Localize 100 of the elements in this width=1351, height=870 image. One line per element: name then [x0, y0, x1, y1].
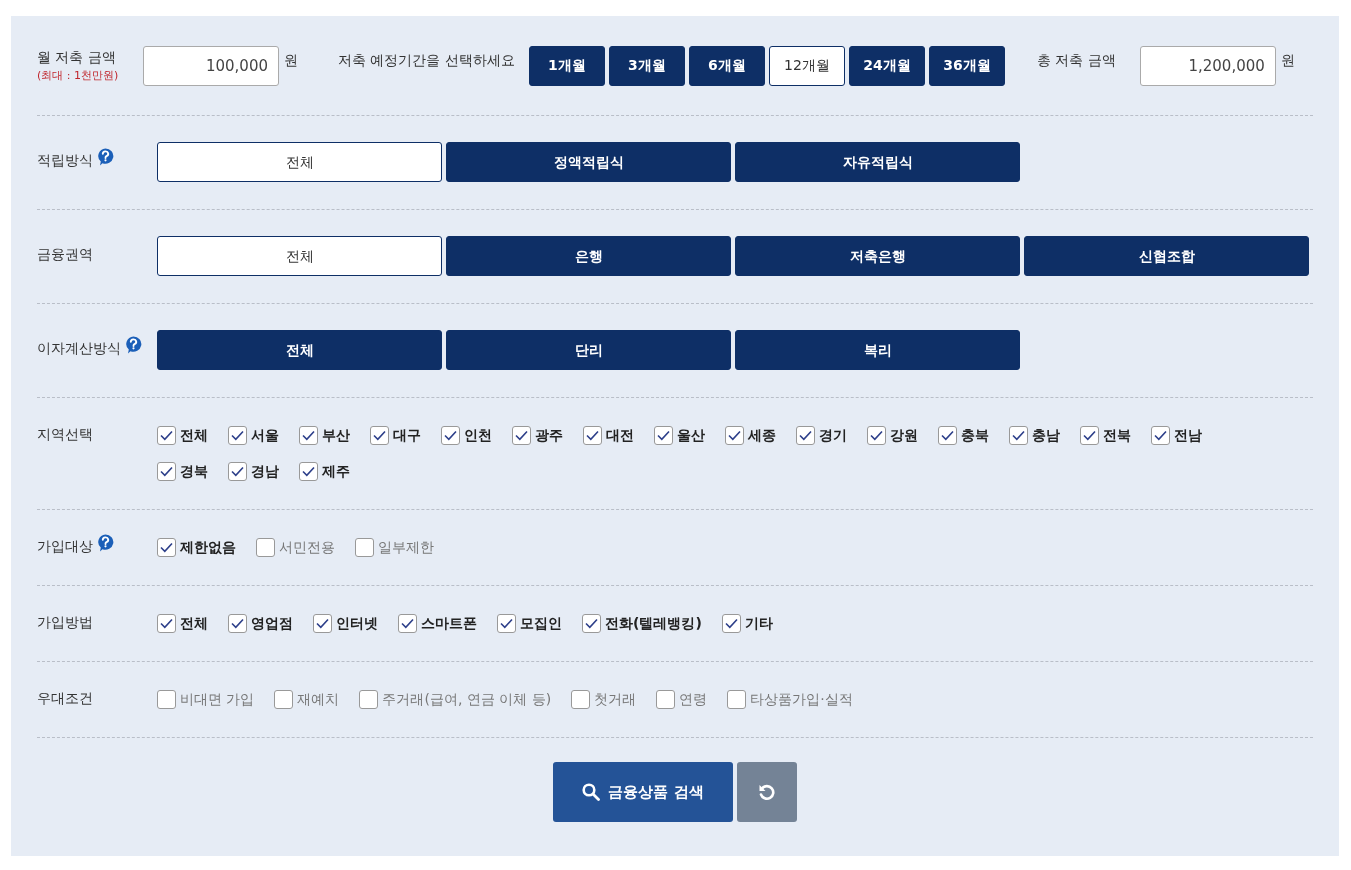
limit-note: (최대 : 1천만원)	[37, 67, 120, 84]
option-button[interactable]: 정액적립식	[446, 142, 731, 182]
checkbox[interactable]	[359, 690, 379, 709]
checkbox[interactable]	[299, 426, 318, 445]
option-button[interactable]: 복리	[735, 330, 1020, 370]
checkbox[interactable]	[867, 426, 886, 445]
checkbox[interactable]	[654, 426, 673, 445]
checkbox-label: 제주	[322, 462, 350, 481]
search-button[interactable]: 금융상품 검색	[553, 762, 733, 822]
checkbox[interactable]	[274, 690, 294, 709]
checkbox-label: 경기	[819, 426, 847, 445]
checkbox[interactable]	[157, 462, 176, 481]
checkbox[interactable]	[228, 426, 247, 445]
checkbox-label: 전북	[1103, 426, 1131, 445]
section-label: 지역선택	[37, 425, 93, 444]
checkbox-label: 일부제한	[378, 538, 434, 557]
checkbox-label: 충남	[1032, 426, 1060, 445]
checkbox[interactable]	[228, 462, 247, 481]
checkbox-label: 기타	[744, 614, 773, 633]
checkbox[interactable]	[355, 538, 374, 557]
section-label: 가입방법	[37, 613, 93, 632]
checkbox-label: 첫거래	[594, 690, 637, 709]
checkbox-label: 부산	[322, 426, 350, 445]
checkbox-label: 스마트폰	[421, 614, 477, 633]
checkbox-label: 서울	[251, 426, 279, 445]
period-button[interactable]: 6개월	[688, 45, 765, 86]
checkbox-label: 경남	[251, 462, 279, 481]
checkbox[interactable]	[582, 614, 601, 633]
unit-label: 원	[1280, 51, 1295, 70]
checkbox-label: 주거래(급여, 연금 이체 등)	[382, 690, 552, 709]
checkbox-label: 타상품가입·실적	[750, 690, 853, 709]
checkbox-label: 제한없음	[180, 538, 236, 557]
checkbox[interactable]	[727, 690, 747, 709]
checkbox-label: 서민전용	[279, 538, 335, 557]
option-button[interactable]: 전체	[157, 142, 442, 182]
amount-field[interactable]: 1,200,000	[1139, 45, 1276, 86]
checkbox-label: 전체	[180, 614, 208, 633]
option-button[interactable]: 신협조합	[1024, 236, 1309, 276]
option-button[interactable]: 은행	[446, 236, 731, 276]
checkbox[interactable]	[583, 426, 602, 445]
section-label: 우대조건	[37, 689, 93, 708]
total-label: 총 저축 금액	[1036, 51, 1116, 70]
reset-button[interactable]	[737, 762, 797, 822]
checkbox-label: 세종	[748, 426, 776, 445]
checkbox[interactable]	[256, 538, 275, 557]
option-button[interactable]: 전체	[157, 236, 442, 276]
checkbox[interactable]	[721, 614, 741, 633]
help-icon[interactable]	[97, 534, 114, 552]
checkbox-label: 재예치	[297, 690, 340, 709]
period-button[interactable]: 12개월	[768, 45, 845, 86]
checkbox[interactable]	[441, 426, 460, 445]
checkbox-label: 강원	[890, 426, 918, 445]
section-label: 이자계산방식	[37, 339, 121, 358]
amount-field[interactable]: 100,000	[143, 45, 279, 86]
checkbox-label: 경북	[180, 462, 208, 481]
checkbox-label: 영업점	[251, 614, 293, 633]
checkbox[interactable]	[1151, 426, 1170, 445]
field-label: 월 저축 금액	[37, 47, 117, 67]
checkbox[interactable]	[1080, 426, 1099, 445]
option-button[interactable]: 저축은행	[735, 236, 1020, 276]
checkbox[interactable]	[228, 614, 247, 633]
section-label: 적립방식	[37, 151, 93, 170]
checkbox-label: 대구	[393, 426, 421, 445]
checkbox-label: 인터넷	[336, 614, 378, 633]
period-button[interactable]: 36개월	[928, 45, 1005, 86]
checkbox[interactable]	[796, 426, 815, 445]
checkbox[interactable]	[299, 462, 318, 481]
period-button[interactable]: 24개월	[848, 45, 925, 86]
checkbox[interactable]	[512, 426, 531, 445]
checkbox[interactable]	[157, 538, 176, 557]
checkbox-label: 연령	[679, 690, 708, 709]
period-label: 저축 예정기간을 선택하세요	[338, 51, 515, 70]
checkbox[interactable]	[938, 426, 957, 445]
checkbox[interactable]	[571, 690, 591, 709]
checkbox-label: 울산	[677, 426, 705, 445]
unit-label: 원	[284, 51, 298, 70]
section-label: 가입대상	[37, 537, 93, 556]
checkbox[interactable]	[157, 690, 176, 709]
checkbox-label: 전화(텔레뱅킹)	[605, 614, 702, 633]
checkbox[interactable]	[370, 426, 389, 445]
checkbox-label: 광주	[535, 426, 563, 445]
period-button[interactable]: 1개월	[528, 45, 605, 86]
option-button[interactable]: 단리	[446, 330, 731, 370]
checkbox[interactable]	[157, 614, 176, 633]
checkbox[interactable]	[725, 426, 744, 445]
checkbox-label: 전체	[180, 426, 208, 445]
checkbox[interactable]	[656, 690, 676, 709]
checkbox-label: 충북	[961, 426, 989, 445]
checkbox[interactable]	[1009, 426, 1028, 445]
period-button[interactable]: 3개월	[608, 45, 685, 86]
help-icon[interactable]	[97, 148, 114, 166]
checkbox[interactable]	[157, 426, 176, 445]
help-icon[interactable]	[125, 336, 142, 354]
checkbox[interactable]	[398, 614, 417, 633]
checkbox-label: 비대면 가입	[180, 690, 255, 709]
section-label: 금융권역	[37, 245, 93, 264]
option-button[interactable]: 자유적립식	[735, 142, 1020, 182]
checkbox[interactable]	[313, 614, 332, 633]
checkbox[interactable]	[497, 614, 516, 633]
option-button[interactable]: 전체	[157, 330, 442, 370]
